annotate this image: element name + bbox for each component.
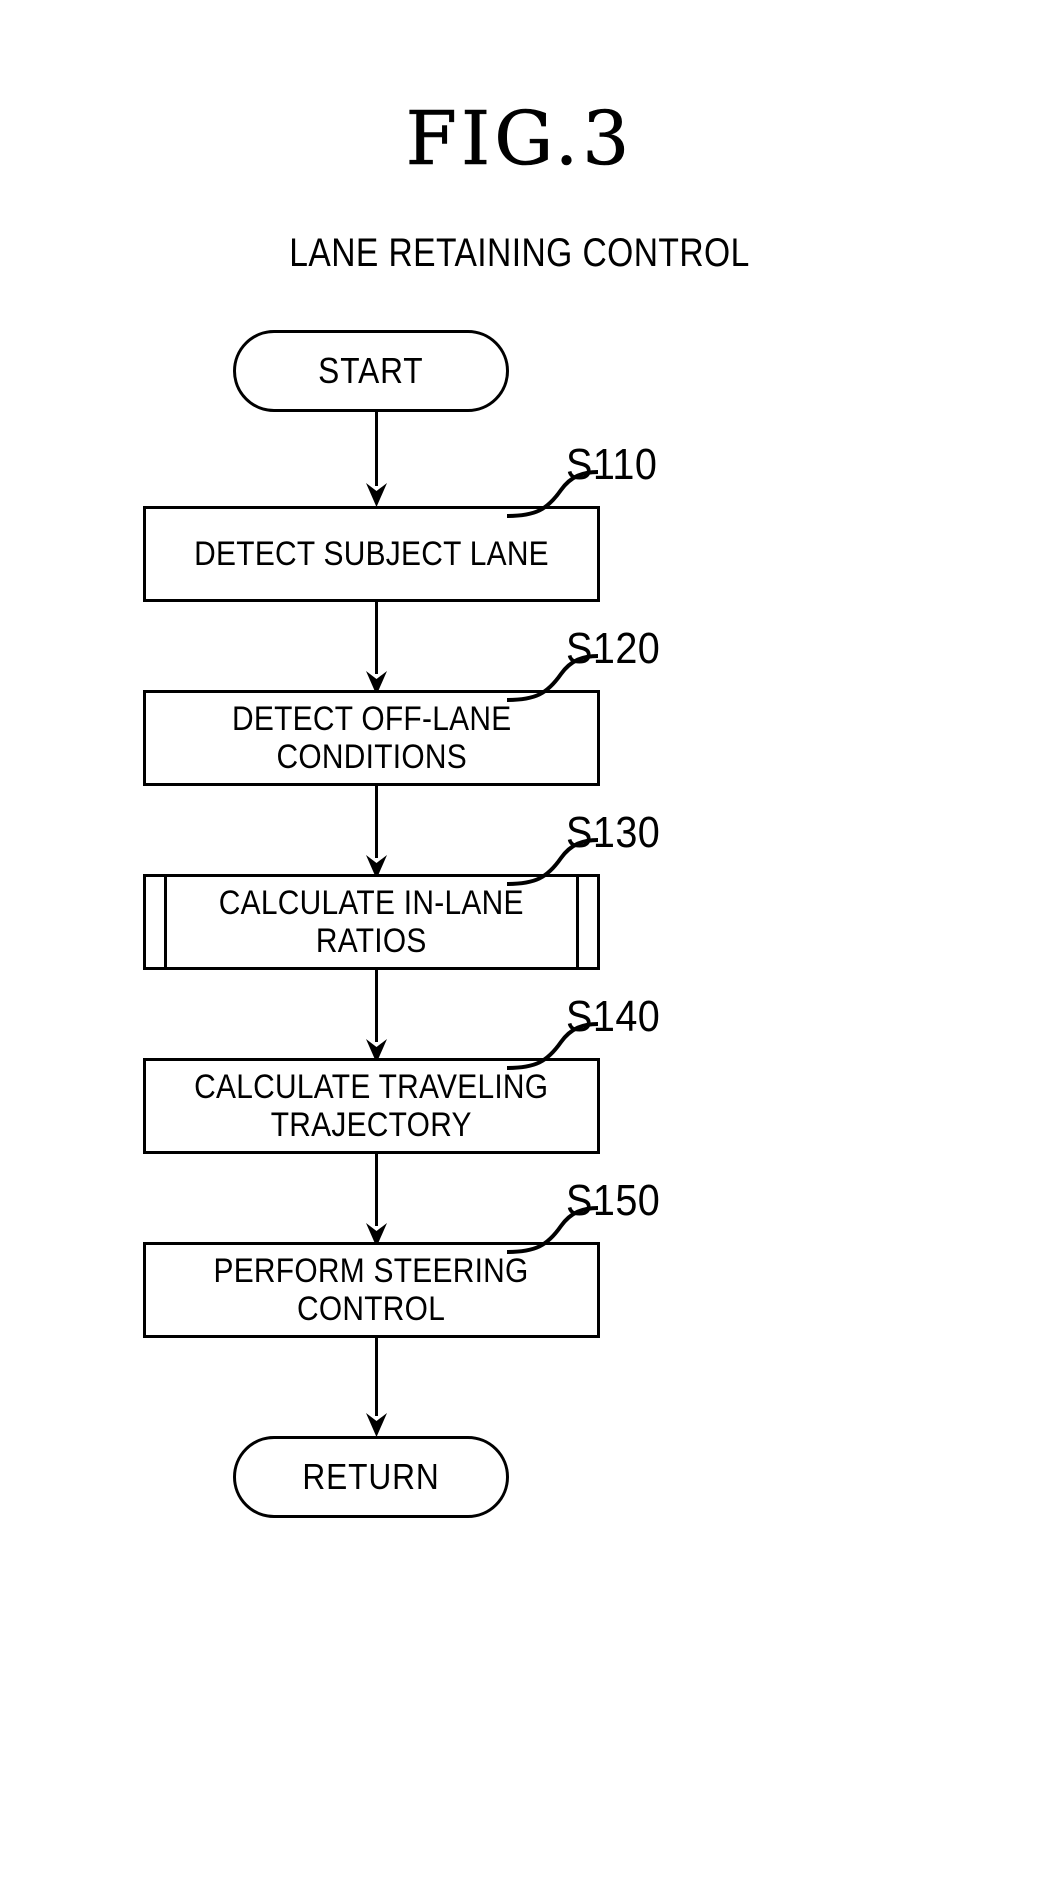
patent-figure-page: FIG.3 LANE RETAINING CONTROL START DETEC… xyxy=(0,0,1039,1903)
connector-s110-to-s120 xyxy=(365,602,389,698)
flow-node-s110-label: DETECT SUBJECT LANE xyxy=(194,534,549,573)
flow-node-start: START xyxy=(233,330,509,412)
flow-node-return: RETURN xyxy=(233,1436,509,1518)
flow-node-s140: CALCULATE TRAVELING TRAJECTORY xyxy=(143,1058,600,1154)
flow-node-return-label: RETURN xyxy=(302,1455,440,1497)
figure-subtitle: LANE RETAINING CONTROL xyxy=(289,231,750,275)
step-label-s110: S110 xyxy=(566,440,658,489)
figure-number-title: FIG.3 xyxy=(405,96,634,183)
flow-node-s150-label: PERFORM STEERING CONTROL xyxy=(213,1251,530,1328)
connector-start-to-s110 xyxy=(365,412,389,510)
flow-node-s120: DETECT OFF-LANE CONDITIONS xyxy=(143,690,600,786)
connector-s120-to-s130 xyxy=(365,786,389,882)
step-label-s150: S150 xyxy=(566,1176,661,1225)
step-label-s120: S120 xyxy=(566,624,661,673)
flow-node-s140-label: CALCULATE TRAVELING TRAJECTORY xyxy=(194,1067,549,1144)
flow-node-s150: PERFORM STEERING CONTROL xyxy=(143,1242,600,1338)
connector-s140-to-s150 xyxy=(365,1154,389,1250)
flow-node-s130-label: CALCULATE IN-LANE RATIOS xyxy=(219,883,524,960)
flow-node-s110: DETECT SUBJECT LANE xyxy=(143,506,600,602)
arrowhead-icon xyxy=(366,483,387,507)
step-label-s130: S130 xyxy=(566,808,661,857)
connector-s150-to-return xyxy=(365,1338,389,1440)
step-label-s140: S140 xyxy=(566,992,661,1041)
flow-node-start-label: START xyxy=(318,349,424,391)
connector-s130-to-s140 xyxy=(365,970,389,1066)
flow-node-s130: CALCULATE IN-LANE RATIOS xyxy=(143,874,600,970)
flow-node-s120-label: DETECT OFF-LANE CONDITIONS xyxy=(231,699,512,776)
arrowhead-icon xyxy=(366,1413,387,1437)
